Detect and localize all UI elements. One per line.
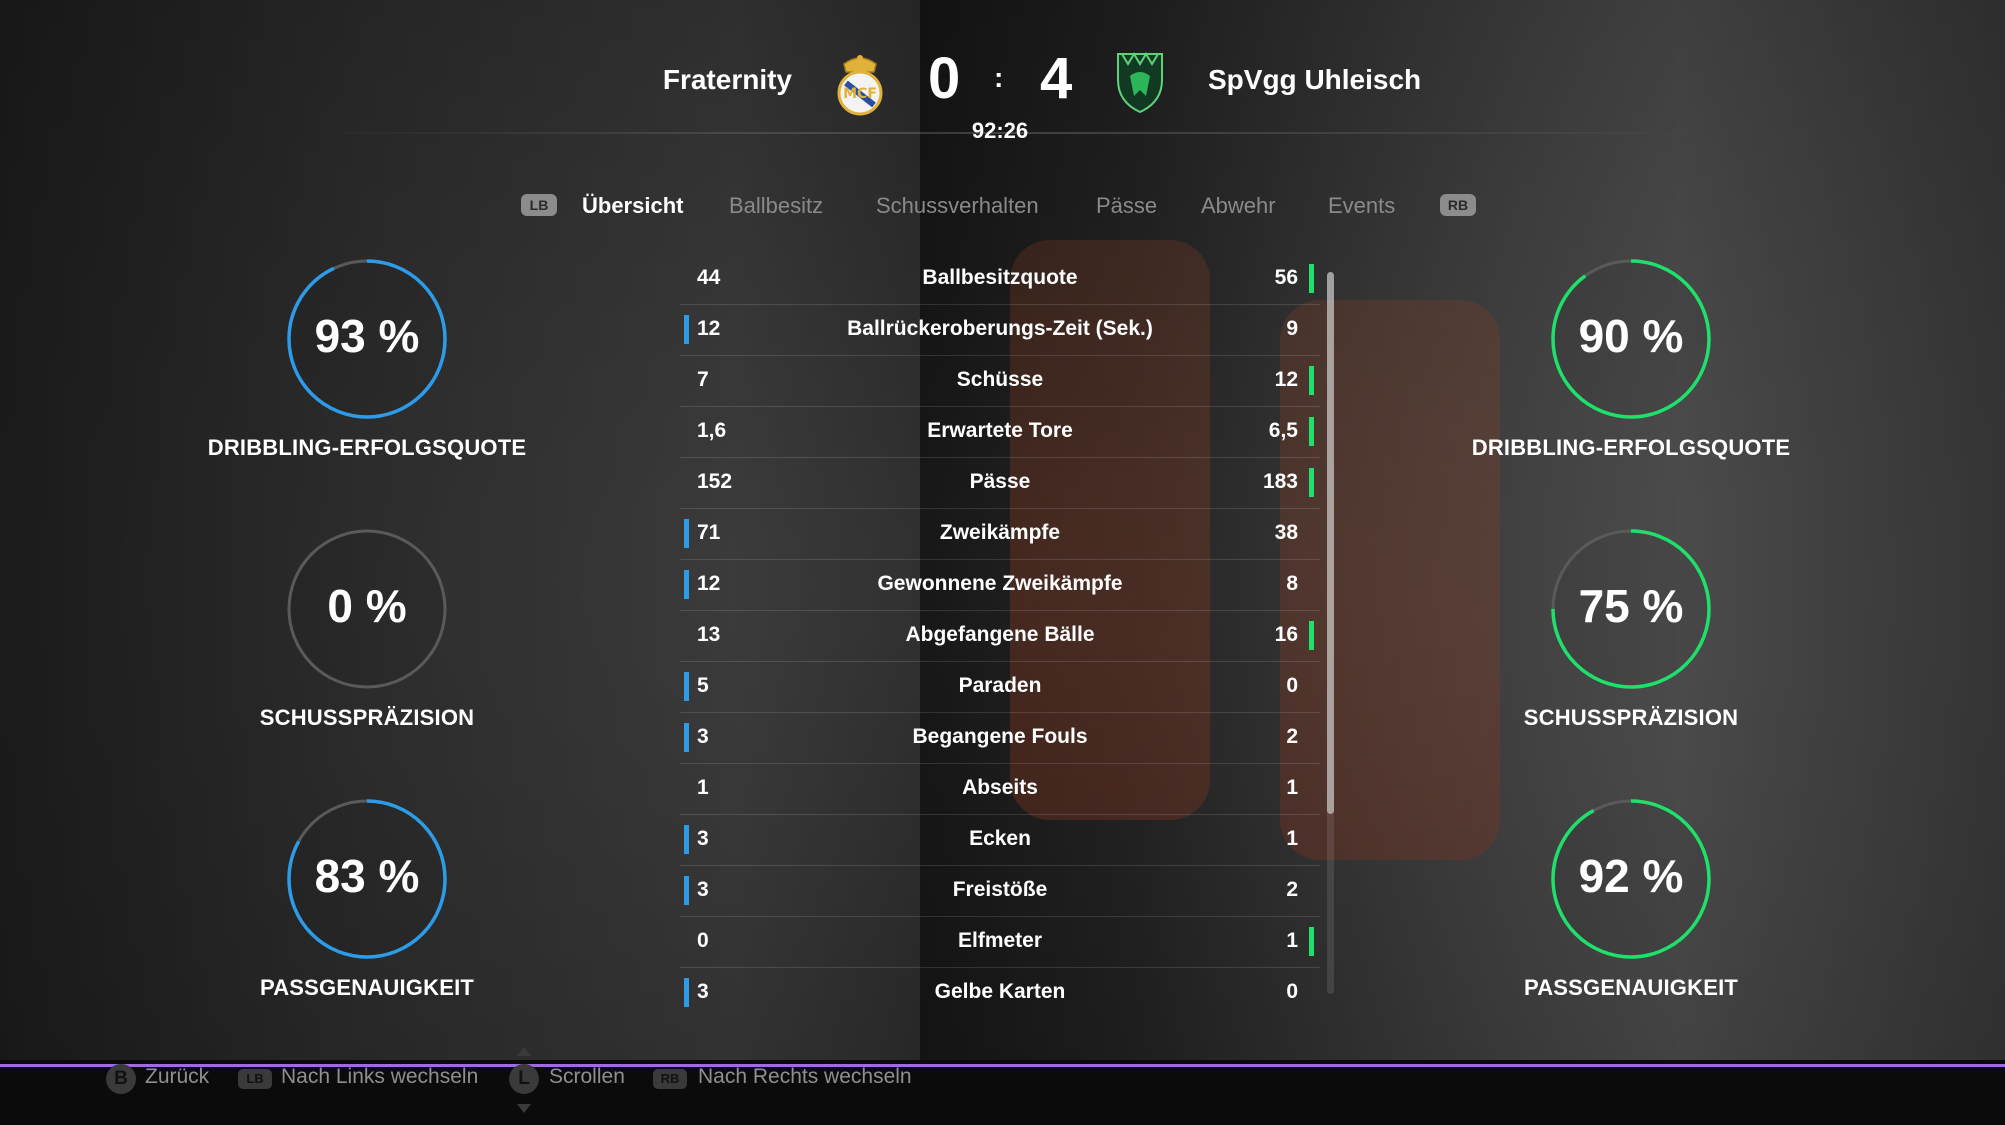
stat-row: 3 Gelbe Karten 0 bbox=[680, 968, 1320, 1018]
away-lead-marker bbox=[1309, 927, 1314, 956]
stat-row: 3 Ecken 1 bbox=[680, 815, 1320, 866]
lb-button-icon[interactable]: LB bbox=[521, 194, 557, 216]
away-gauge-value: 92 % bbox=[1578, 850, 1684, 902]
tab-uebersicht[interactable]: Übersicht bbox=[582, 193, 683, 219]
away-lead-marker bbox=[1309, 468, 1314, 497]
stat-row: 44 Ballbesitzquote 56 bbox=[680, 254, 1320, 305]
stat-away-value: 0 bbox=[1286, 980, 1298, 1003]
stat-away-value: 38 bbox=[1274, 521, 1298, 544]
footer-switch-left[interactable]: Nach Links wechseln bbox=[281, 1065, 478, 1089]
stat-away-value: 12 bbox=[1274, 368, 1298, 391]
stat-away-value: 2 bbox=[1286, 725, 1298, 748]
stat-name: Schüsse bbox=[956, 368, 1044, 391]
match-stats-screen: Fraternity MCF 0 : 4 SpVgg Uhleisch 92:2… bbox=[0, 0, 2005, 1125]
stat-away-value: 56 bbox=[1274, 266, 1298, 289]
stat-name: Abseits bbox=[962, 776, 1038, 799]
tab-schussverhalten[interactable]: Schussverhalten bbox=[876, 193, 1039, 219]
stat-away-value: 1 bbox=[1286, 827, 1298, 850]
stat-name: Ballrückeroberungs-Zeit (Sek.) bbox=[847, 317, 1153, 340]
away-gauge-value: 90 % bbox=[1578, 310, 1684, 362]
stat-name: Elfmeter bbox=[957, 929, 1043, 952]
stat-row: 12 Ballrückeroberungs-Zeit (Sek.) 9 bbox=[680, 305, 1320, 356]
home-gauge-label: DRIBBLING-ERFOLGSQUOTE bbox=[207, 435, 527, 460]
stat-row: 71 Zweikämpfe 38 bbox=[680, 509, 1320, 560]
stat-row: 1,6 Erwartete Tore 6,5 bbox=[680, 407, 1320, 458]
svg-text:MCF: MCF bbox=[843, 86, 877, 102]
stat-name: Erwartete Tore bbox=[927, 419, 1073, 442]
home-crest-icon: MCF bbox=[837, 55, 883, 116]
stat-away-value: 1 bbox=[1286, 929, 1298, 952]
stat-row: 3 Freistöße 2 bbox=[680, 866, 1320, 917]
stat-name: Pässe bbox=[969, 470, 1031, 493]
away-lead-marker bbox=[1309, 264, 1314, 293]
away-lead-marker bbox=[1309, 366, 1314, 395]
score-separator: : bbox=[994, 62, 1004, 93]
stat-name: Begangene Fouls bbox=[912, 725, 1088, 748]
stat-name: Abgefangene Bälle bbox=[905, 623, 1095, 646]
stats-table: 44 Ballbesitzquote 56 12 Ballrückeroberungs-… bbox=[680, 254, 1320, 1018]
rb-button-icon[interactable]: RB bbox=[1440, 194, 1476, 216]
footer-switch-right[interactable]: Nach Rechts wechseln bbox=[698, 1065, 912, 1089]
stat-away-value: 8 bbox=[1286, 572, 1298, 595]
home-gauge-value: 0 % bbox=[327, 580, 407, 632]
stat-row: 0 Elfmeter 1 bbox=[680, 917, 1320, 968]
home-score: 0 bbox=[928, 46, 961, 111]
stat-row: 1 Abseits 1 bbox=[680, 764, 1320, 815]
stats-scrollbar-thumb[interactable] bbox=[1327, 272, 1334, 814]
rb-button-icon[interactable]: RB bbox=[653, 1069, 687, 1089]
stat-row: 13 Abgefangene Bälle 16 bbox=[680, 611, 1320, 662]
home-team-name: Fraternity bbox=[662, 64, 792, 95]
stat-row: 5 Paraden 0 bbox=[680, 662, 1320, 713]
stat-name: Zweikämpfe bbox=[939, 521, 1061, 544]
stat-row: 12 Gewonnene Zweikämpfe 8 bbox=[680, 560, 1320, 611]
stat-away-value: 183 bbox=[1262, 470, 1298, 493]
stat-row: 3 Begangene Fouls 2 bbox=[680, 713, 1320, 764]
stat-row: 152 Pässe 183 bbox=[680, 458, 1320, 509]
stat-name: Gewonnene Zweikämpfe bbox=[877, 572, 1123, 595]
away-score: 4 bbox=[1040, 46, 1073, 111]
away-crest-icon bbox=[1117, 52, 1163, 114]
away-lead-marker bbox=[1309, 621, 1314, 650]
away-team-name: SpVgg Uhleisch bbox=[1208, 64, 1422, 95]
home-gauge-label: PASSGENAUIGKEIT bbox=[259, 975, 475, 1000]
stat-away-value: 0 bbox=[1286, 674, 1298, 697]
b-button-icon[interactable]: B bbox=[106, 1064, 136, 1094]
footer-scroll[interactable]: Scrollen bbox=[549, 1065, 625, 1089]
header-divider bbox=[300, 132, 1705, 134]
stat-name: Ballbesitzquote bbox=[922, 266, 1078, 289]
stat-away-value: 2 bbox=[1286, 878, 1298, 901]
tab-paesse[interactable]: Pässe bbox=[1096, 193, 1157, 219]
stat-name: Ecken bbox=[969, 827, 1031, 850]
stat-name: Paraden bbox=[958, 674, 1042, 697]
scroll-arrows-icon bbox=[517, 1047, 531, 1113]
away-gauge-label: PASSGENAUIGKEIT bbox=[1523, 975, 1739, 1000]
stat-away-value: 9 bbox=[1286, 317, 1298, 340]
tab-events[interactable]: Events bbox=[1328, 193, 1395, 219]
home-gauge-value: 93 % bbox=[314, 310, 420, 362]
away-gauge-value: 75 % bbox=[1578, 580, 1684, 632]
stat-name: Freistöße bbox=[952, 878, 1048, 901]
away-lead-marker bbox=[1309, 417, 1314, 446]
home-gauge-value: 83 % bbox=[314, 850, 420, 902]
stat-row: 7 Schüsse 12 bbox=[680, 356, 1320, 407]
tab-ballbesitz[interactable]: Ballbesitz bbox=[729, 193, 823, 219]
away-gauge-label: SCHUSSPRÄZISION bbox=[1523, 705, 1739, 730]
match-clock: 92:26 bbox=[971, 118, 1029, 143]
stat-away-value: 6,5 bbox=[1268, 419, 1298, 442]
stat-away-value: 1 bbox=[1286, 776, 1298, 799]
tab-abwehr[interactable]: Abwehr bbox=[1201, 193, 1276, 219]
stat-name: Gelbe Karten bbox=[934, 980, 1066, 1003]
away-gauge-label: DRIBBLING-ERFOLGSQUOTE bbox=[1471, 435, 1791, 460]
lb-button-icon[interactable]: LB bbox=[238, 1069, 272, 1089]
home-gauge-label: SCHUSSPRÄZISION bbox=[259, 705, 475, 730]
footer-back[interactable]: Zurück bbox=[145, 1065, 209, 1089]
stat-away-value: 16 bbox=[1274, 623, 1298, 646]
